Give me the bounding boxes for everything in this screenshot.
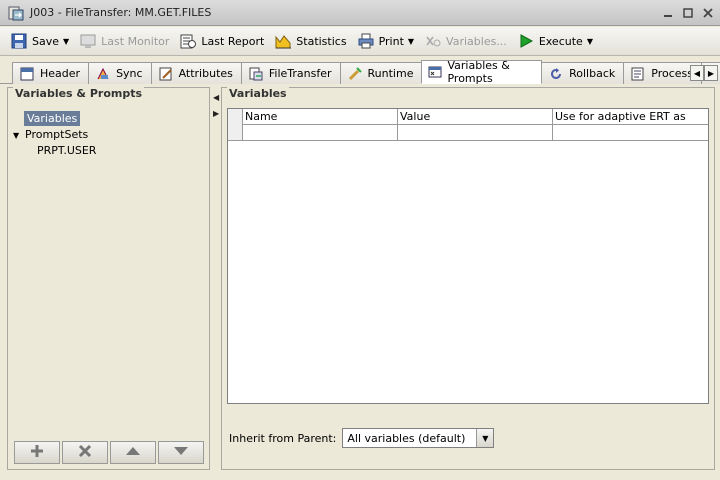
attributes-icon <box>158 66 174 82</box>
column-header-value[interactable]: Value <box>398 109 553 125</box>
tab-attributes[interactable]: Attributes <box>150 62 242 84</box>
tab-sync[interactable]: Sync <box>88 62 152 84</box>
row-header-cell[interactable] <box>228 125 243 140</box>
tab-scroll-left-button[interactable]: ◀ <box>690 65 704 81</box>
last-report-button[interactable]: Last Report <box>175 30 268 52</box>
add-button[interactable] <box>14 441 60 464</box>
tab-runtime[interactable]: Runtime <box>339 62 423 84</box>
move-down-button[interactable] <box>158 441 204 464</box>
print-dropdown-icon[interactable]: ▼ <box>408 37 414 46</box>
execute-dropdown-icon[interactable]: ▼ <box>587 37 593 46</box>
panel-title: Variables & Prompts <box>13 87 145 100</box>
chevron-down-icon[interactable]: ▼ <box>476 429 494 447</box>
main-content: Variables & Prompts Variables ▼ PromptSe… <box>0 84 720 480</box>
inherit-select[interactable]: All variables (default) ▼ <box>342 428 495 448</box>
table-row[interactable] <box>228 125 708 141</box>
filetransfer-icon <box>248 66 264 82</box>
tree-item-prpt-user[interactable]: PRPT.USER <box>34 143 99 158</box>
play-icon <box>517 32 535 50</box>
variables-panel: Variables Name Value Use for adaptive ER… <box>221 87 715 470</box>
rollback-icon <box>548 66 564 82</box>
title-bar: J003 - FileTransfer: MM.GET.FILES <box>0 0 720 26</box>
move-up-button[interactable] <box>110 441 156 464</box>
variables-x-icon <box>424 32 442 50</box>
app-icon <box>8 5 24 21</box>
monitor-icon <box>79 32 97 50</box>
tab-rollback[interactable]: Rollback <box>541 62 625 84</box>
execute-button[interactable]: Execute ▼ <box>513 30 597 52</box>
column-header-adaptive-ert[interactable]: Use for adaptive ERT as <box>553 109 708 125</box>
arrow-up-icon <box>125 446 141 459</box>
save-icon <box>10 32 28 50</box>
delete-x-icon <box>78 444 92 461</box>
process-icon <box>630 66 646 82</box>
save-dropdown-icon[interactable]: ▼ <box>63 37 69 46</box>
close-button[interactable] <box>700 5 716 20</box>
minimize-button[interactable] <box>660 5 676 20</box>
variables-icon <box>428 64 442 80</box>
plus-icon <box>30 444 44 461</box>
expand-arrow-icon[interactable]: ▼ <box>13 131 19 140</box>
tree-view: Variables ▼ PromptSets PRPT.USER <box>9 102 208 429</box>
delete-button[interactable] <box>62 441 108 464</box>
name-cell[interactable] <box>243 125 398 140</box>
statistics-button[interactable]: Statistics <box>270 30 350 52</box>
tab-variables-prompts[interactable]: Variables & Prompts <box>421 59 543 85</box>
column-header-name[interactable]: Name <box>243 109 398 125</box>
save-button[interactable]: Save ▼ <box>6 30 73 52</box>
last-monitor-button[interactable]: Last Monitor <box>75 30 173 52</box>
chart-icon <box>274 32 292 50</box>
variables-prompts-panel: Variables & Prompts Variables ▼ PromptSe… <box>7 87 210 470</box>
row-header-corner <box>228 109 243 125</box>
arrow-down-icon <box>173 446 189 459</box>
runtime-icon <box>347 66 363 82</box>
value-cell[interactable] <box>398 125 553 140</box>
maximize-button[interactable] <box>680 5 696 20</box>
tab-header[interactable]: Header <box>12 62 90 84</box>
table-header: Name Value Use for adaptive ERT as <box>228 109 708 125</box>
inherit-label: Inherit from Parent: <box>229 431 337 445</box>
print-button[interactable]: Print ▼ <box>353 30 418 52</box>
window-title: J003 - FileTransfer: MM.GET.FILES <box>30 6 212 19</box>
variables-button[interactable]: Variables... <box>420 30 511 52</box>
printer-icon <box>357 32 375 50</box>
tab-bar: Header Sync Attributes FileTransfer Runt… <box>0 57 720 85</box>
variables-table[interactable]: Name Value Use for adaptive ERT as <box>227 108 709 404</box>
tree-item-variables[interactable]: Variables <box>24 111 81 126</box>
tab-filetransfer[interactable]: FileTransfer <box>240 62 341 84</box>
tab-scroll-right-button[interactable]: ▶ <box>704 65 718 81</box>
toolbar: Save ▼ Last Monitor Last Report Statisti… <box>0 27 720 56</box>
report-icon <box>179 32 197 50</box>
header-icon <box>19 66 35 82</box>
panel-splitter[interactable]: ◀ ▶ <box>212 87 220 473</box>
collapse-right-icon[interactable]: ▶ <box>213 109 219 118</box>
tree-item-promptsets[interactable]: PromptSets <box>22 127 91 142</box>
adaptive-ert-cell[interactable] <box>553 125 708 140</box>
inherit-row: Inherit from Parent: All variables (defa… <box>229 428 495 448</box>
collapse-left-icon[interactable]: ◀ <box>213 93 219 102</box>
variables-panel-title: Variables <box>227 87 289 100</box>
sync-icon <box>95 66 111 82</box>
